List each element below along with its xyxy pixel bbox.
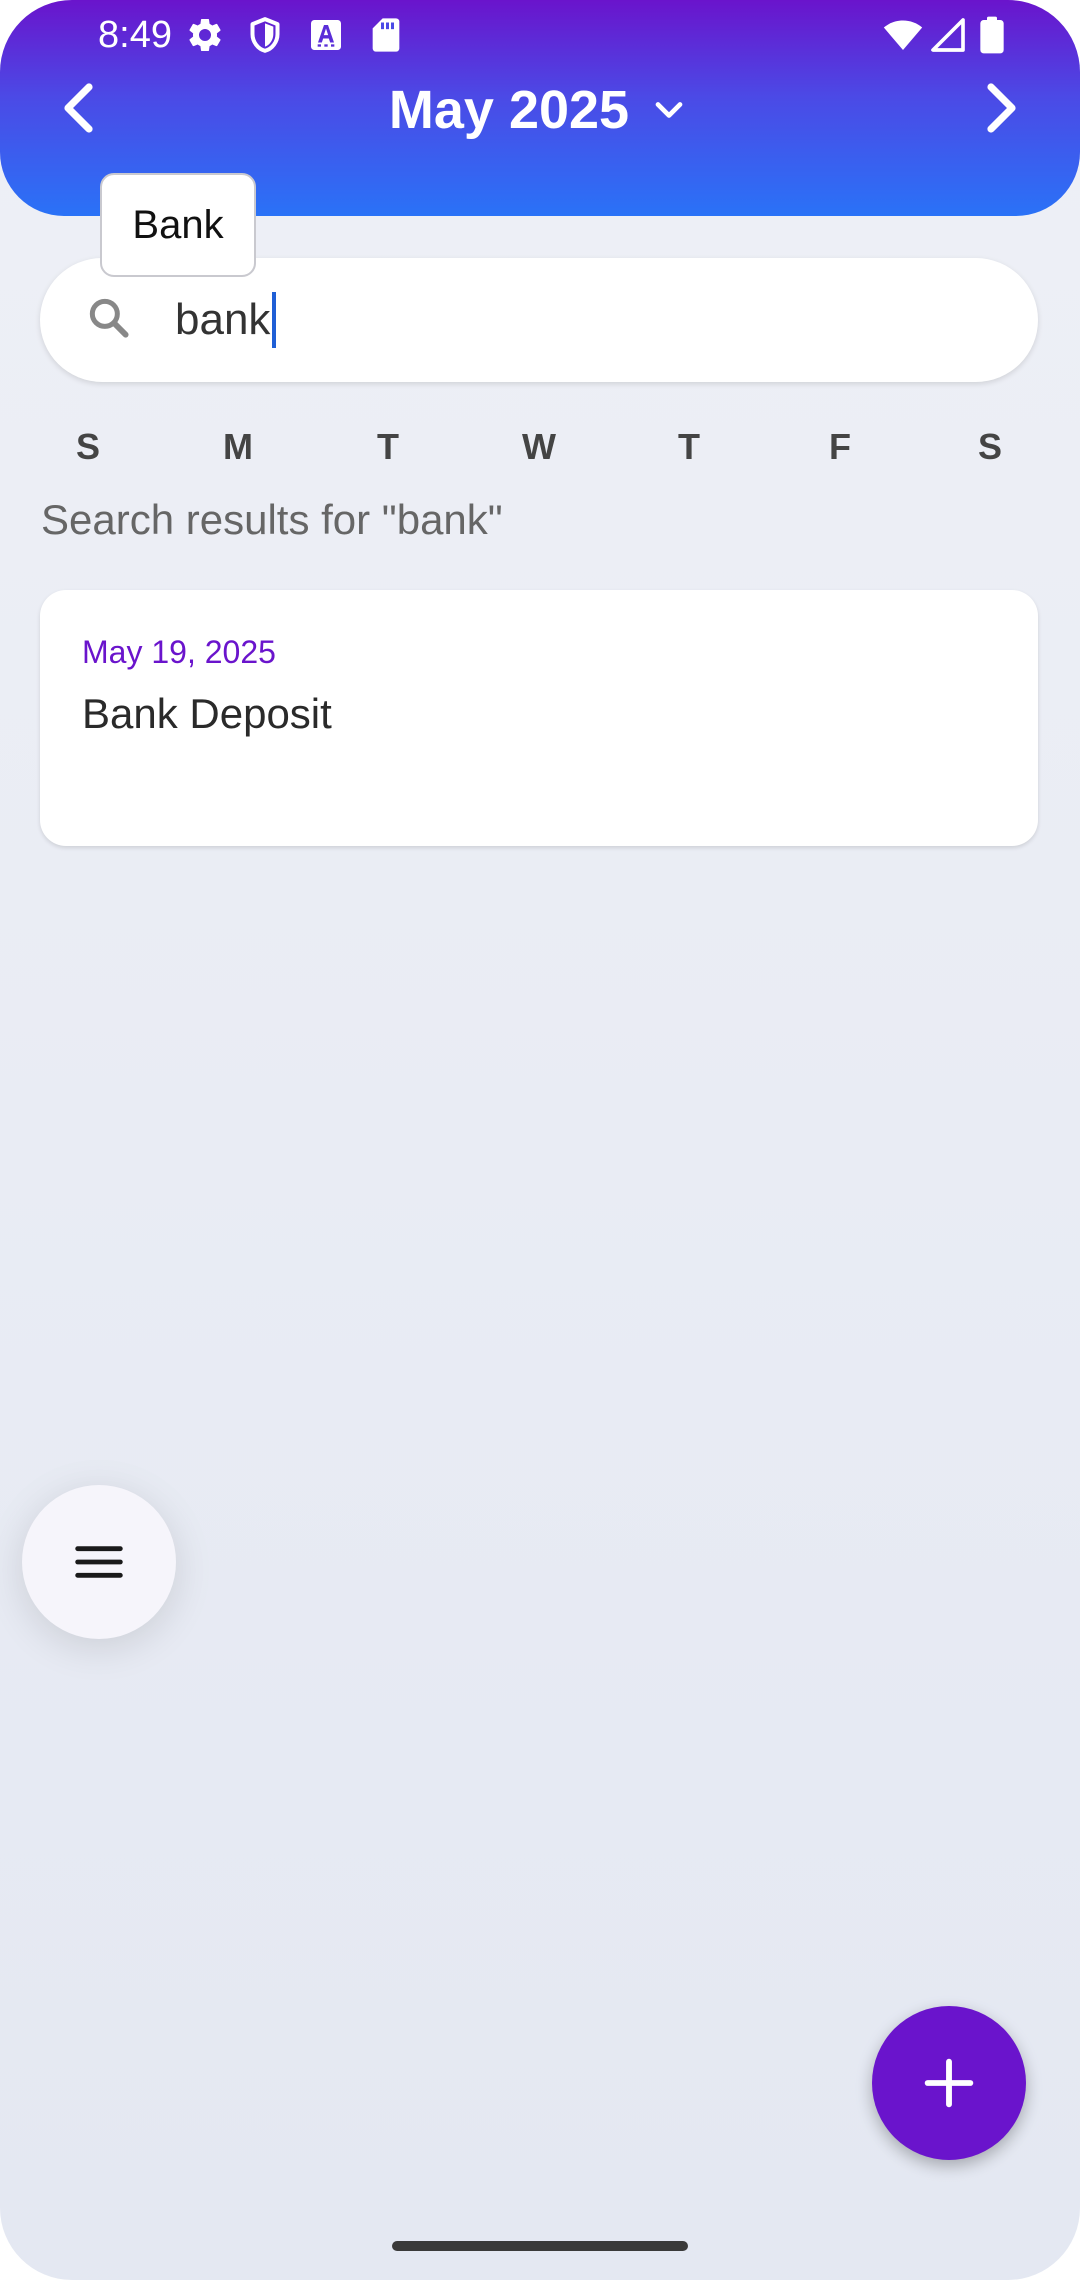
battery-icon xyxy=(974,15,1010,55)
sd-card-icon xyxy=(366,15,406,55)
status-bar: 8:49 xyxy=(0,0,1080,70)
menu-icon xyxy=(75,1546,123,1578)
search-icon xyxy=(84,293,134,343)
shield-icon xyxy=(245,15,285,55)
chevron-down-icon xyxy=(647,88,691,132)
weekday-wed: W xyxy=(522,426,556,467)
gear-icon xyxy=(185,15,225,55)
autocomplete-suggestion[interactable]: Bank xyxy=(100,173,256,277)
weekday-sat: S xyxy=(977,426,1002,467)
weekday-sun: S xyxy=(75,426,100,467)
add-event-fab[interactable] xyxy=(872,2006,1026,2160)
home-indicator[interactable] xyxy=(392,2241,688,2251)
weekday-mon: M xyxy=(223,426,253,467)
a-notification-icon xyxy=(306,15,346,55)
search-results-label: Search results for "bank" xyxy=(41,496,503,543)
weekday-fri: F xyxy=(829,426,851,467)
next-month-button[interactable] xyxy=(964,72,1036,144)
chevron-right-icon xyxy=(987,83,1016,133)
search-input[interactable]: bank xyxy=(175,290,277,350)
search-input-value: bank xyxy=(175,295,271,344)
prev-month-button[interactable] xyxy=(44,72,116,144)
text-caret xyxy=(272,292,277,348)
app-screen: 8:49 May 2025 Bank bank S M T W T F S Se… xyxy=(0,0,1080,2280)
weekday-thu: T xyxy=(678,426,700,467)
result-title: Bank Deposit xyxy=(82,690,332,737)
cell-signal-icon xyxy=(928,15,968,55)
month-label: May 2025 xyxy=(388,80,630,140)
plus-icon xyxy=(924,2058,974,2108)
chevron-left-icon xyxy=(64,83,93,133)
status-time: 8:49 xyxy=(98,14,172,56)
result-date: May 19, 2025 xyxy=(82,634,276,670)
month-selector[interactable]: May 2025 xyxy=(360,72,720,148)
wifi-icon xyxy=(880,15,926,55)
menu-fab[interactable] xyxy=(22,1485,176,1639)
search-result-card[interactable]: May 19, 2025 Bank Deposit xyxy=(40,590,1038,846)
weekday-tue: T xyxy=(377,426,399,467)
